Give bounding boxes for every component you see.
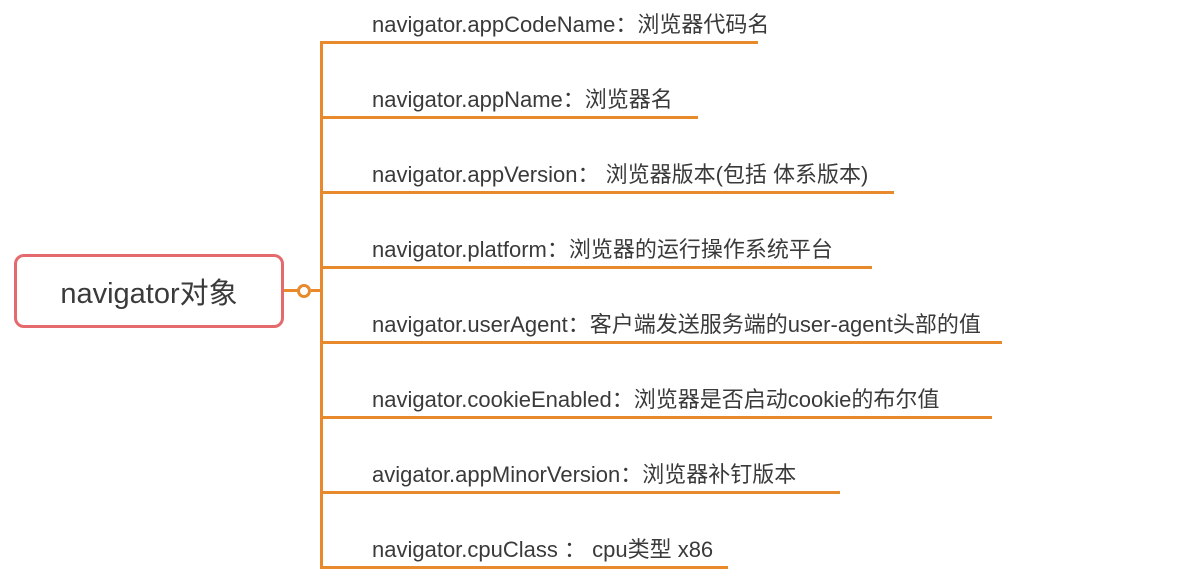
branch-line [320,416,992,419]
branch-line [320,191,894,194]
branch-label: navigator.userAgent：客户端发送服务端的user-agent头… [372,310,981,341]
root-node-label: navigator对象 [60,270,237,312]
branch-label: navigator.cookieEnabled：浏览器是否启动cookie的布尔… [372,385,939,416]
trunk-line [320,41,323,568]
branch-line [320,341,1002,344]
branch-line [320,41,758,44]
connector-dot-icon [297,284,311,298]
connector-line [284,289,298,292]
branch-label: navigator.appVersion： 浏览器版本(包括 体系版本) [372,160,868,191]
branch-label: avigator.appMinorVersion：浏览器补钉版本 [372,460,796,491]
branch-label: navigator.appCodeName：浏览器代码名 [372,10,769,41]
branch-line [320,266,872,269]
branch-line [320,116,698,119]
branch-line [320,566,728,569]
branch-label: navigator.platform：浏览器的运行操作系统平台 [372,235,833,266]
branch-label: navigator.appName：浏览器名 [372,85,673,116]
root-node: navigator对象 [14,254,284,328]
branch-label: navigator.cpuClass ： cpu类型 x86 [372,535,713,566]
branch-line [320,491,840,494]
